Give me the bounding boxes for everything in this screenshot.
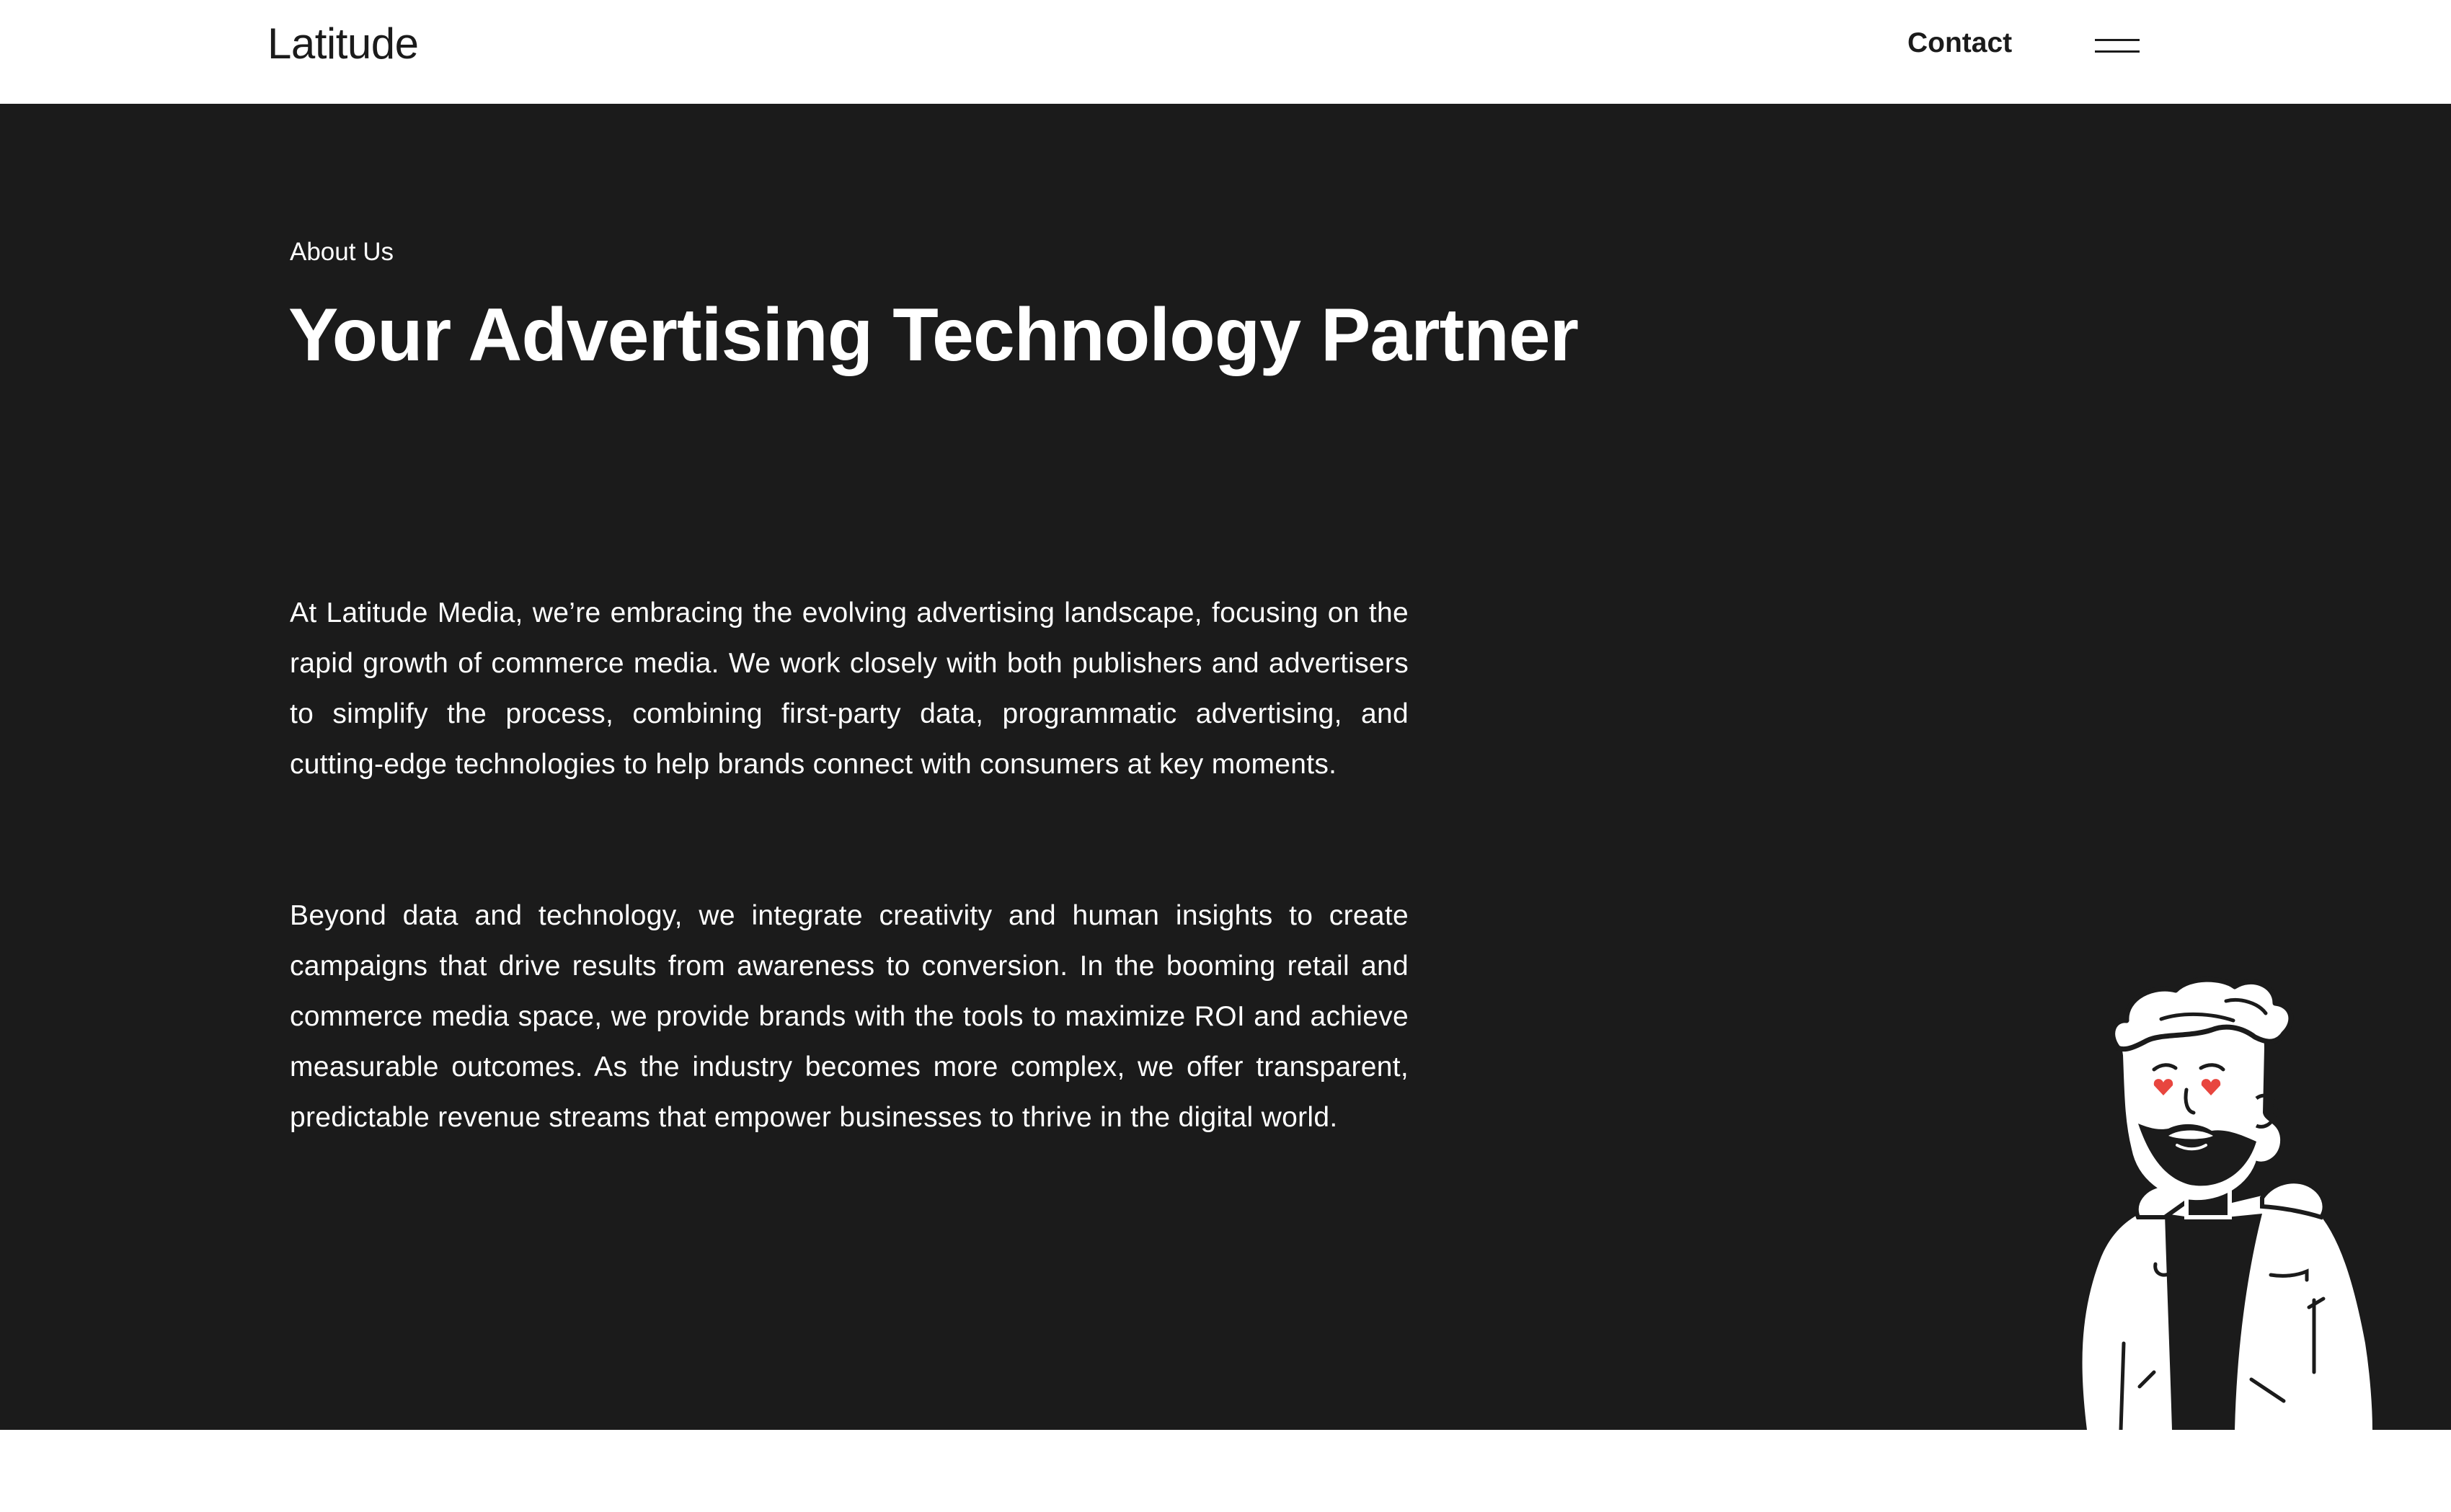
site-header: Latitude Contact (0, 0, 2451, 104)
contact-link[interactable]: Contact (1907, 27, 2012, 59)
bearded-man-heart-eyes-illustration (2082, 977, 2373, 1430)
about-paragraph-2: Beyond data and technology, we integrate… (290, 900, 1409, 1133)
hamburger-menu-icon[interactable] (2095, 35, 2142, 59)
page-title: Your Advertising Technology Partner (288, 293, 1579, 377)
about-hero-section: About Us Your Advertising Technology Par… (0, 104, 2451, 1430)
menu-line-bottom (2095, 50, 2140, 53)
page-footer-area (0, 1430, 2451, 1512)
about-paragraph-1: At Latitude Media, we’re embracing the e… (290, 597, 1409, 780)
section-eyebrow: About Us (290, 238, 394, 266)
menu-line-top (2095, 39, 2140, 41)
site-logo[interactable]: Latitude (267, 19, 419, 68)
